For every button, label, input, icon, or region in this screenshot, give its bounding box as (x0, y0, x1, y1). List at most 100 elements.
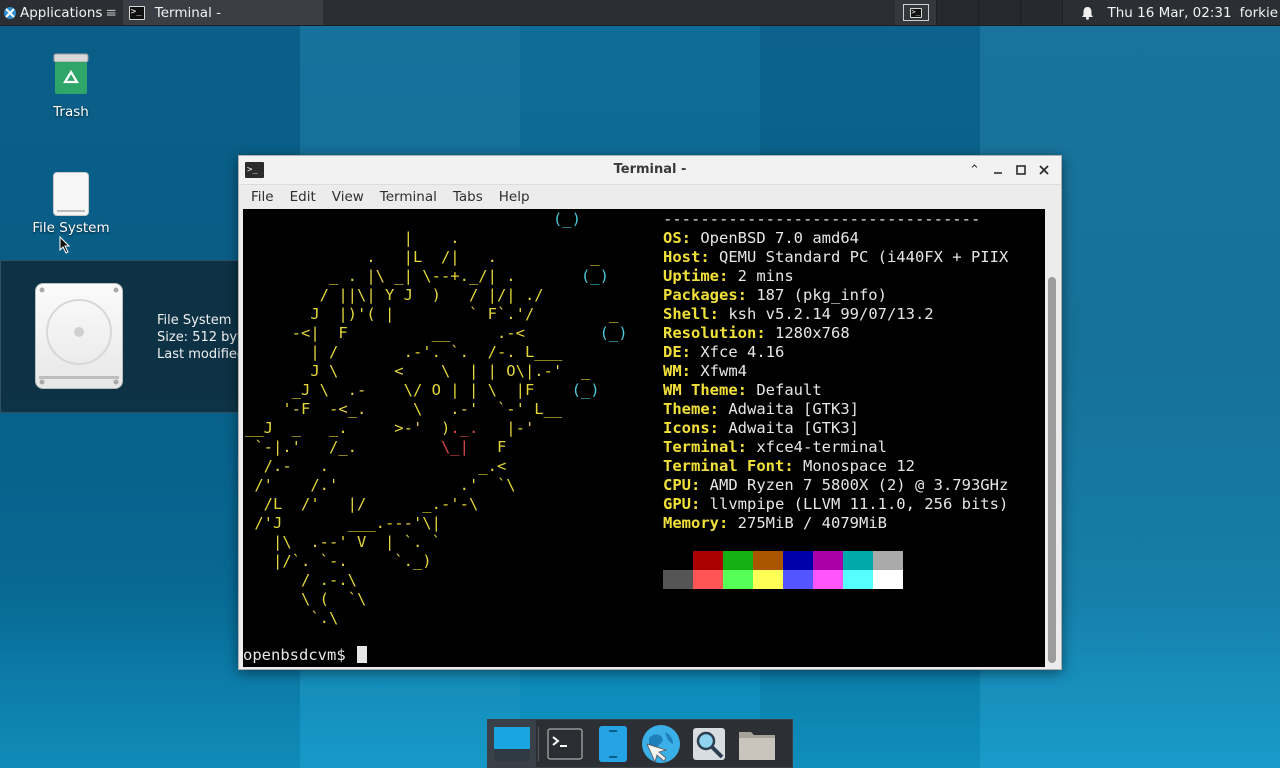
menu-terminal[interactable]: Terminal (372, 189, 445, 205)
menu-tabs[interactable]: Tabs (445, 189, 491, 205)
info-separator: ---------------------------------- (663, 210, 981, 228)
info-value: 187 (pkg_info) (756, 286, 887, 304)
color-swatch (693, 570, 723, 589)
window-minimize-button[interactable] (986, 160, 1009, 180)
color-swatch (753, 551, 783, 570)
dock-file-manager[interactable] (589, 720, 637, 767)
info-key: Shell (663, 305, 710, 323)
window-title: Terminal - (613, 162, 687, 177)
dock-web-browser[interactable] (637, 720, 685, 767)
menu-view[interactable]: View (324, 189, 372, 205)
desktop-icon-trash[interactable]: Trash (21, 52, 121, 120)
user-menu[interactable]: forkie (1240, 5, 1278, 21)
system-info: ---------------------------------- OS: O… (663, 210, 1009, 532)
text-cursor (357, 646, 367, 663)
info-value: 1280x768 (775, 324, 850, 342)
workspace-4[interactable] (1021, 0, 1063, 25)
info-key: Terminal Font (663, 457, 785, 475)
palette-row-bright (663, 570, 903, 589)
desktop-icon-file-system[interactable]: File System (21, 172, 121, 236)
palette-row-normal (663, 551, 903, 570)
info-key: OS (663, 229, 682, 247)
info-value: Monospace 12 (803, 457, 915, 475)
terminal-scrollbar[interactable] (1045, 209, 1059, 667)
dock-app-finder[interactable] (685, 720, 733, 767)
info-value: ksh v5.2.14 99/07/13.2 (728, 305, 934, 323)
info-key: Host (663, 248, 701, 266)
window-menubar: File Edit View Terminal Tabs Help (239, 185, 1061, 209)
dock (487, 719, 793, 768)
info-key: WM Theme (663, 381, 738, 399)
prompt-text: openbsdcvm$ (243, 646, 346, 664)
window-close-button[interactable] (1032, 160, 1055, 180)
info-value: Xfwm4 (700, 362, 748, 380)
taskbar-item-terminal[interactable]: >_ Terminal - (122, 0, 323, 25)
scrollbar-thumb[interactable] (1048, 277, 1056, 663)
info-key: WM (663, 362, 682, 380)
color-swatch (873, 570, 903, 589)
mouse-pointer-icon (59, 236, 71, 254)
dock-show-desktop[interactable] (488, 720, 536, 767)
drive-icon (53, 172, 89, 216)
window-shade-button[interactable]: ⌃ (963, 160, 986, 180)
dock-terminal[interactable] (541, 720, 589, 767)
info-key: Uptime (663, 267, 719, 285)
folder-icon (739, 731, 775, 760)
dock-folder[interactable] (733, 720, 781, 767)
terminal-output[interactable]: (_) | . . |L /| . _ _ . |\ _| \--+._/| .… (243, 209, 1045, 667)
info-key: Resolution (663, 324, 757, 342)
taskbar-item-label: Terminal - (154, 4, 221, 21)
info-value: 2 mins (737, 267, 794, 285)
terminal-window: >_ Terminal - ⌃ File Edit View Terminal … (238, 155, 1062, 670)
app-finder-icon (693, 727, 725, 760)
menu-help[interactable]: Help (491, 189, 538, 205)
dock-separator (538, 726, 539, 761)
color-swatch (813, 551, 843, 570)
info-value: xfce4-terminal (756, 438, 887, 456)
openbsd-ascii-logo: (_) | . . |L /| . _ _ . |\ _| \--+._/| .… (245, 210, 628, 627)
info-value: llvmpipe (LLVM 11.1.0, 256 bits) (709, 495, 1009, 513)
clock[interactable]: Thu 16 Mar, 02:31 (1107, 5, 1231, 21)
terminal-icon: >_ (128, 5, 145, 20)
desktop-icon-label: Trash (53, 104, 89, 120)
info-key: Theme (663, 400, 710, 418)
info-value: Adwaita [GTK3] (728, 400, 859, 418)
color-swatch (753, 570, 783, 589)
window-titlebar[interactable]: >_ Terminal - ⌃ (239, 156, 1061, 185)
color-palette (663, 551, 903, 589)
applications-label: Applications (20, 4, 103, 21)
xfce-logo-icon (4, 6, 16, 19)
info-key: DE (663, 343, 682, 361)
workspace-terminal-icon: >_ (909, 7, 922, 18)
terminal-emulator-icon (547, 728, 583, 759)
color-swatch (783, 570, 813, 589)
color-swatch (723, 551, 753, 570)
hard-drive-icon (35, 283, 123, 389)
notification-bell-icon[interactable] (1075, 0, 1099, 25)
workspace-1[interactable]: >_ (895, 0, 937, 25)
workspace-2[interactable] (937, 0, 979, 25)
color-swatch (783, 551, 813, 570)
info-value: AMD Ryzen 7 5800X (2) @ 3.793GHz (709, 476, 1009, 494)
info-key: CPU (663, 476, 691, 494)
color-swatch (873, 551, 903, 570)
desktop-icon-label: File System (32, 220, 110, 236)
shell-prompt[interactable]: openbsdcvm$ (243, 646, 367, 665)
workspace-3[interactable] (979, 0, 1021, 25)
window-maximize-button[interactable] (1009, 160, 1032, 180)
info-key: Icons (663, 419, 710, 437)
info-value: Xfce 4.16 (700, 343, 785, 361)
menu-edit[interactable]: Edit (282, 189, 324, 205)
info-value: OpenBSD 7.0 amd64 (700, 229, 859, 247)
file-manager-icon (599, 725, 627, 762)
info-key: Terminal (663, 438, 738, 456)
color-swatch (723, 570, 753, 589)
web-browser-icon (642, 724, 680, 763)
color-swatch (693, 551, 723, 570)
color-swatch (843, 551, 873, 570)
color-swatch (663, 570, 693, 589)
info-key: Memory (663, 514, 719, 532)
menu-file[interactable]: File (243, 189, 282, 205)
trash-icon (53, 53, 89, 94)
applications-menu-button[interactable]: Applications ≡ (0, 0, 121, 25)
